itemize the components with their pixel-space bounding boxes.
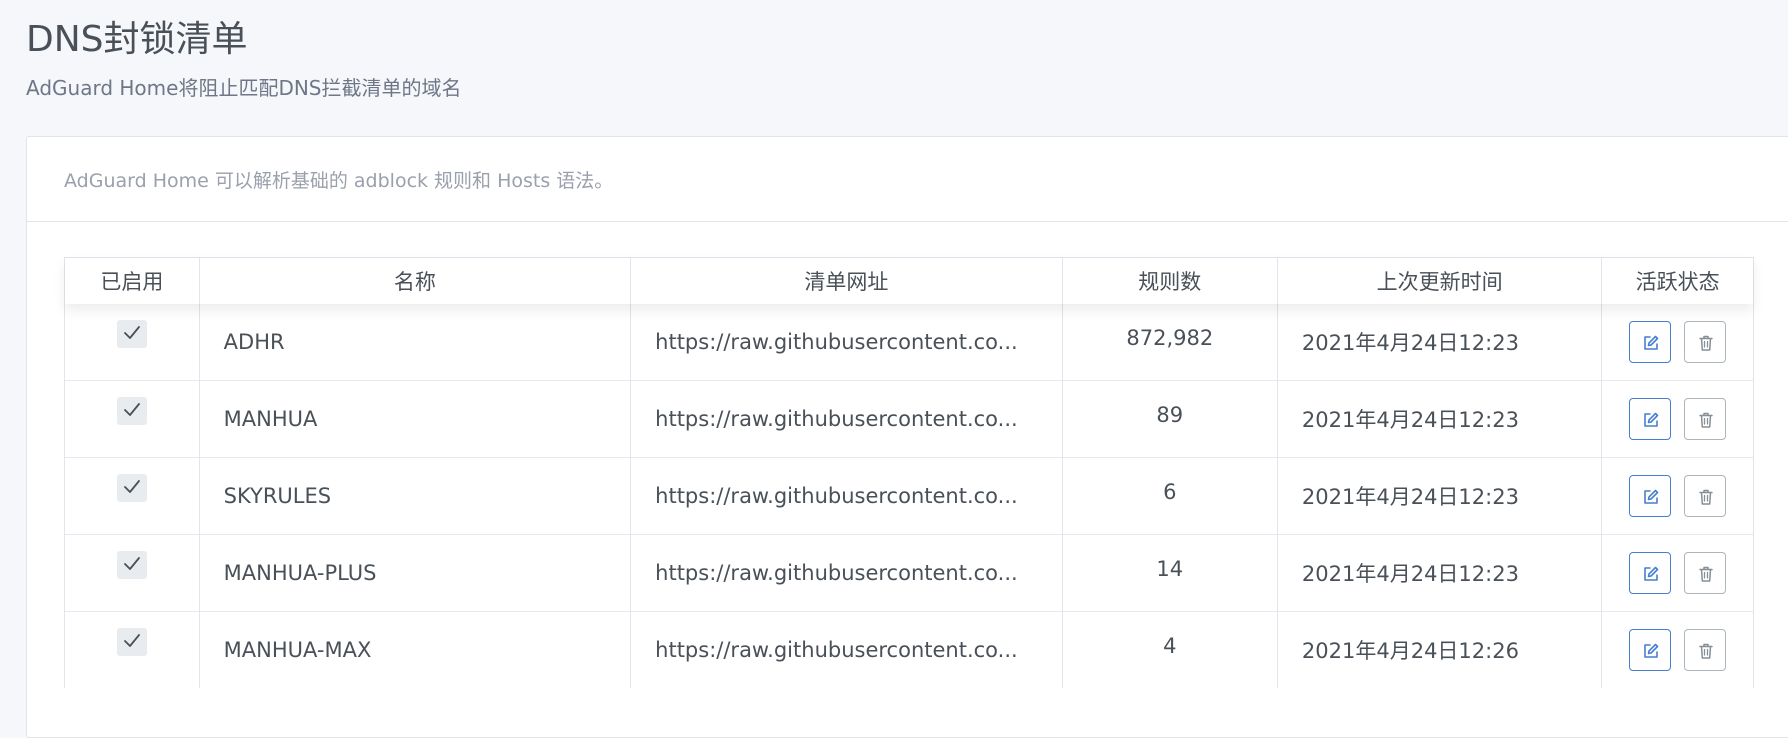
filter-name: SKYRULES [199, 457, 632, 535]
check-icon [123, 633, 140, 647]
trash-icon [1699, 489, 1713, 505]
edit-icon [1644, 412, 1659, 427]
enabled-cell [65, 380, 200, 458]
filter-url: https://raw.githubusercontent.co... [630, 534, 1063, 612]
page-header: DNS封锁清单 AdGuard Home将阻止匹配DNS拦截清单的域名 [26, 18, 462, 102]
column-header-rules[interactable]: 规则数 [1062, 258, 1278, 304]
column-header-enabled[interactable]: 已启用 [65, 258, 200, 304]
rules-count: 872,982 [1126, 326, 1214, 350]
trash-icon [1699, 412, 1713, 428]
column-header-status[interactable]: 活跃状态 [1602, 258, 1753, 304]
table-row: MANHUA-PLUS https://raw.githubuserconten… [65, 534, 1753, 612]
edit-button[interactable] [1629, 321, 1672, 363]
last-updated: 2021年4月24日12:23 [1277, 534, 1603, 612]
rules-count-cell: 872,982 [1062, 304, 1278, 381]
delete-button[interactable] [1683, 398, 1726, 440]
actions-cell [1601, 457, 1753, 535]
filter-url: https://raw.githubusercontent.co... [630, 304, 1063, 381]
last-updated: 2021年4月24日12:23 [1277, 457, 1603, 535]
trash-icon [1699, 335, 1713, 351]
table-row: ADHR https://raw.githubusercontent.co...… [65, 304, 1753, 381]
rules-count: 14 [1156, 557, 1184, 581]
actions-cell [1601, 534, 1753, 612]
edit-button[interactable] [1629, 398, 1672, 440]
rules-count: 6 [1163, 480, 1177, 504]
enabled-cell [65, 611, 200, 688]
actions-cell [1601, 611, 1753, 688]
trash-icon [1699, 643, 1713, 659]
filter-name: MANHUA-MAX [199, 611, 632, 688]
delete-button[interactable] [1683, 629, 1726, 671]
table-header-row: 已启用 名称 清单网址 规则数 上次更新时间 活跃状态 [65, 258, 1753, 304]
delete-button[interactable] [1683, 552, 1726, 594]
delete-button[interactable] [1683, 321, 1726, 363]
filter-name: MANHUA-PLUS [199, 534, 632, 612]
column-header-updated[interactable]: 上次更新时间 [1277, 258, 1603, 304]
enabled-cell [65, 457, 200, 535]
delete-button[interactable] [1683, 475, 1726, 517]
page-subtitle: AdGuard Home将阻止匹配DNS拦截清单的域名 [26, 76, 462, 100]
table-row: MANHUA https://raw.githubusercontent.co.… [65, 380, 1753, 458]
enabled-checkbox[interactable] [116, 319, 147, 348]
filter-list-card: AdGuard Home 可以解析基础的 adblock 规则和 Hosts 语… [26, 136, 1788, 738]
check-icon [123, 402, 140, 416]
rules-count: 4 [1163, 634, 1177, 658]
last-updated: 2021年4月24日12:23 [1277, 304, 1603, 381]
rules-count-cell: 6 [1062, 457, 1278, 535]
filters-table: 已启用 名称 清单网址 规则数 上次更新时间 活跃状态 ADHR https:/… [64, 257, 1754, 688]
column-header-url[interactable]: 清单网址 [630, 258, 1063, 304]
check-icon [123, 325, 140, 339]
card-description: AdGuard Home 可以解析基础的 adblock 规则和 Hosts 语… [27, 137, 1788, 222]
last-updated: 2021年4月24日12:23 [1277, 380, 1603, 458]
filter-url: https://raw.githubusercontent.co... [630, 380, 1063, 458]
trash-icon [1699, 566, 1713, 582]
enabled-checkbox[interactable] [116, 550, 147, 579]
filter-name: ADHR [199, 304, 632, 381]
enabled-checkbox[interactable] [116, 627, 147, 656]
check-icon [123, 479, 140, 493]
rules-count-cell: 89 [1062, 380, 1278, 458]
check-icon [123, 556, 140, 570]
enabled-cell [65, 304, 200, 381]
edit-icon [1644, 335, 1659, 350]
rules-count-cell: 4 [1062, 611, 1278, 688]
page-title: DNS封锁清单 [26, 19, 248, 60]
filter-name: MANHUA [199, 380, 632, 458]
enabled-checkbox[interactable] [116, 396, 147, 425]
rules-count: 89 [1156, 403, 1184, 427]
column-header-name[interactable]: 名称 [199, 258, 632, 304]
edit-icon [1644, 566, 1659, 581]
last-updated: 2021年4月24日12:26 [1277, 611, 1603, 688]
filter-url: https://raw.githubusercontent.co... [630, 457, 1063, 535]
table-row: MANHUA-MAX https://raw.githubusercontent… [65, 611, 1753, 688]
enabled-checkbox[interactable] [116, 473, 147, 502]
enabled-cell [65, 534, 200, 612]
rules-count-cell: 14 [1062, 534, 1278, 612]
filter-url: https://raw.githubusercontent.co... [630, 611, 1063, 688]
edit-icon [1644, 489, 1659, 504]
edit-button[interactable] [1629, 475, 1672, 517]
edit-icon [1644, 643, 1659, 658]
edit-button[interactable] [1629, 629, 1672, 671]
actions-cell [1602, 304, 1753, 381]
actions-cell [1601, 380, 1753, 458]
table-row: SKYRULES https://raw.githubusercontent.c… [65, 457, 1753, 535]
edit-button[interactable] [1629, 552, 1672, 594]
